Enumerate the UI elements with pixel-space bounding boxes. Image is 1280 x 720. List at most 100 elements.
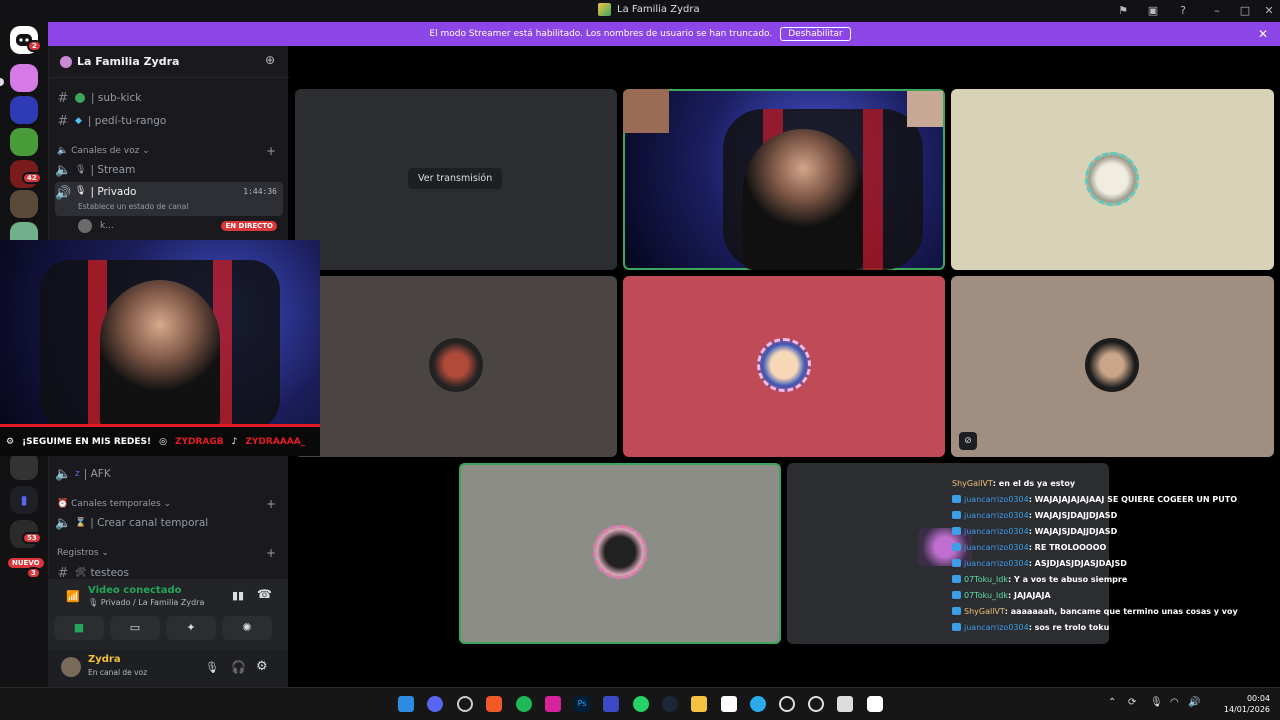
server-icon-frog[interactable] [10, 128, 38, 156]
channel-status-input[interactable]: Establece un estado de canal [78, 202, 188, 211]
whatsapp-icon[interactable] [633, 696, 649, 712]
channel-label: | AFK [83, 468, 111, 480]
server-icon-j[interactable] [10, 64, 38, 92]
diamond-app-icon[interactable] [603, 696, 619, 712]
channel-pedi-tu-rango[interactable]: # ◆ | pedí-tu-rango [55, 111, 283, 131]
headphones-icon[interactable]: 🎧 [231, 660, 246, 674]
channel-crear-temporal[interactable]: 🔈 ⌛ | Crear canal temporal [55, 513, 283, 533]
settings-gear-icon[interactable]: ⚙ [256, 659, 268, 674]
chat-text: : aaaaaaah, bancame que termino unas cos… [1004, 607, 1238, 616]
add-channel-icon[interactable]: + [266, 497, 276, 511]
corner-image [907, 91, 943, 127]
close-icon[interactable]: ✕ [1258, 27, 1268, 41]
disconnect-icon[interactable]: ☎ [257, 587, 272, 601]
start-icon[interactable] [398, 696, 414, 712]
capcut-icon[interactable] [867, 696, 883, 712]
user-tile-creature[interactable] [459, 463, 781, 644]
minimize-button[interactable]: – [1210, 4, 1224, 18]
voice-user-name: k... [100, 221, 114, 231]
chat-text: : RE TROLOOOOO [1028, 543, 1107, 552]
user-tile-graduate[interactable] [295, 276, 617, 457]
twitch-icon [952, 575, 961, 583]
user-tile-skull[interactable] [951, 89, 1274, 270]
system-clock[interactable]: 00:04 14/01/2026 [1224, 693, 1270, 715]
tiktok-handle: ZYDRAAAA_ [245, 436, 306, 447]
logs-category[interactable]: Registros ⌄ [57, 548, 109, 558]
avatar[interactable] [61, 657, 81, 677]
obs-icon[interactable] [457, 696, 473, 712]
live-badge: EN DIRECTO [221, 221, 277, 231]
corner-image [623, 89, 669, 133]
channel-label: | Privado [90, 186, 137, 198]
watch-stream-button[interactable]: Ver transmisión [408, 168, 503, 189]
instagram-taskbar-icon[interactable] [545, 696, 561, 712]
twitch-icon [952, 527, 961, 535]
screen-share-button[interactable]: ▭ [110, 616, 160, 640]
volume-icon[interactable]: 🔊 [1188, 697, 1200, 708]
streamer-figure [743, 129, 863, 270]
noise-suppression-icon[interactable]: ▮▮ [232, 589, 244, 602]
activities-button[interactable]: ✦ [166, 616, 216, 640]
maximize-button[interactable]: □ [1238, 4, 1252, 18]
chat-text: : ASJDJASJDJASJDAJSD [1028, 559, 1127, 568]
add-channel-icon[interactable]: + [266, 546, 276, 560]
camera-button[interactable]: ■ [54, 616, 104, 640]
server-icon-diamond[interactable] [10, 96, 38, 124]
chevron-down-icon: ⌄ [157, 55, 165, 65]
speaker-icon: 🔈 [55, 162, 72, 178]
app-icon[interactable] [837, 696, 853, 712]
stream-tile-hidden[interactable]: Ver transmisión [295, 89, 617, 270]
stream-chat-overlay: ShyGallVT: en el ds ya estoy juancarrizo0… [952, 479, 1252, 645]
chat-username: 07Toku_ldk [964, 575, 1008, 584]
telegram-icon[interactable] [750, 696, 766, 712]
add-channel-icon[interactable]: + [266, 144, 276, 158]
folder-icon[interactable] [691, 696, 707, 712]
diamond-icon: ◆ [75, 116, 82, 126]
voice-location[interactable]: 🎙 Privado / La Familia Zydra [88, 598, 204, 607]
stream-tile-zydra[interactable] [623, 89, 945, 270]
spotify-icon[interactable] [516, 696, 532, 712]
server-icon-grey[interactable] [10, 452, 38, 480]
server-icon-brown[interactable] [10, 190, 38, 218]
chat-message: juancarrizo0304: sos re trolo toku [952, 623, 1109, 632]
chat-username: ShyGallVT [952, 479, 993, 488]
soundboard-button[interactable]: ✺ [222, 616, 272, 640]
popout-stream-preview[interactable]: ⚙ ¡SEGUIME EN MIS REDES! ◎ ZYDRAGB ♪ ZYD… [0, 240, 320, 456]
chat-username: ShyGallVT [964, 607, 1005, 616]
channel-sub-kick[interactable]: # | sub-kick [55, 88, 283, 108]
photoshop-icon[interactable]: Ps [574, 696, 590, 712]
close-window-button[interactable]: ✕ [1262, 4, 1276, 18]
sync-icon[interactable]: ⟳ [1128, 697, 1136, 708]
wifi-icon[interactable]: ◠ [1170, 697, 1179, 708]
disable-streamer-button[interactable]: Deshabilitar [780, 27, 851, 41]
microphone-icon[interactable]: 🎙 [205, 661, 219, 674]
discord-taskbar-icon[interactable] [427, 696, 443, 712]
temp-category[interactable]: ⏰ Canales temporales ⌄ [57, 499, 171, 509]
chat-text: : WAJAJSJDAJJDJASD [1028, 511, 1118, 520]
microphone-icon[interactable]: 🎙 [1150, 697, 1163, 708]
avatar-decoration [593, 525, 647, 579]
brave-icon[interactable] [486, 696, 502, 712]
chat-text: : en el ds ya estoy [992, 479, 1076, 488]
voice-user-live[interactable]: k... EN DIRECTO [55, 216, 283, 236]
voice-category[interactable]: 🔈 Canales de voz ⌄ [57, 146, 150, 156]
steelseries-icon[interactable] [808, 696, 824, 712]
notion-icon[interactable] [721, 696, 737, 712]
folder-icon[interactable]: ▮ [10, 486, 38, 514]
help-icon[interactable]: ? [1176, 4, 1190, 18]
invite-icon[interactable]: ⊕ [265, 53, 275, 67]
flag-icon[interactable]: ⚑ [1116, 4, 1130, 18]
channel-afk[interactable]: 🔈 z | AFK [55, 464, 283, 484]
user-tile-southpark[interactable] [623, 276, 945, 457]
steam-icon[interactable] [662, 696, 678, 712]
channel-privado[interactable]: 🔊 🎙 | Privado 1:44:36 Establece un estad… [55, 182, 283, 216]
chevron-up-icon[interactable]: ⌃ [1108, 697, 1116, 708]
channel-stream[interactable]: 🔈 🎙 | Stream [55, 160, 283, 180]
inbox-icon[interactable]: ▣ [1146, 4, 1160, 18]
twitch-icon [952, 543, 961, 551]
tools-icon: 🛠 [75, 568, 87, 578]
user-panel: Zydra En canal de voz 🎙 🎧 ⚙ [48, 649, 288, 687]
app-icon[interactable] [779, 696, 795, 712]
guild-header[interactable]: La Familia Zydra ⌄ ⊕ [49, 46, 289, 78]
user-tile-fighter[interactable]: ⊘ [951, 276, 1274, 457]
